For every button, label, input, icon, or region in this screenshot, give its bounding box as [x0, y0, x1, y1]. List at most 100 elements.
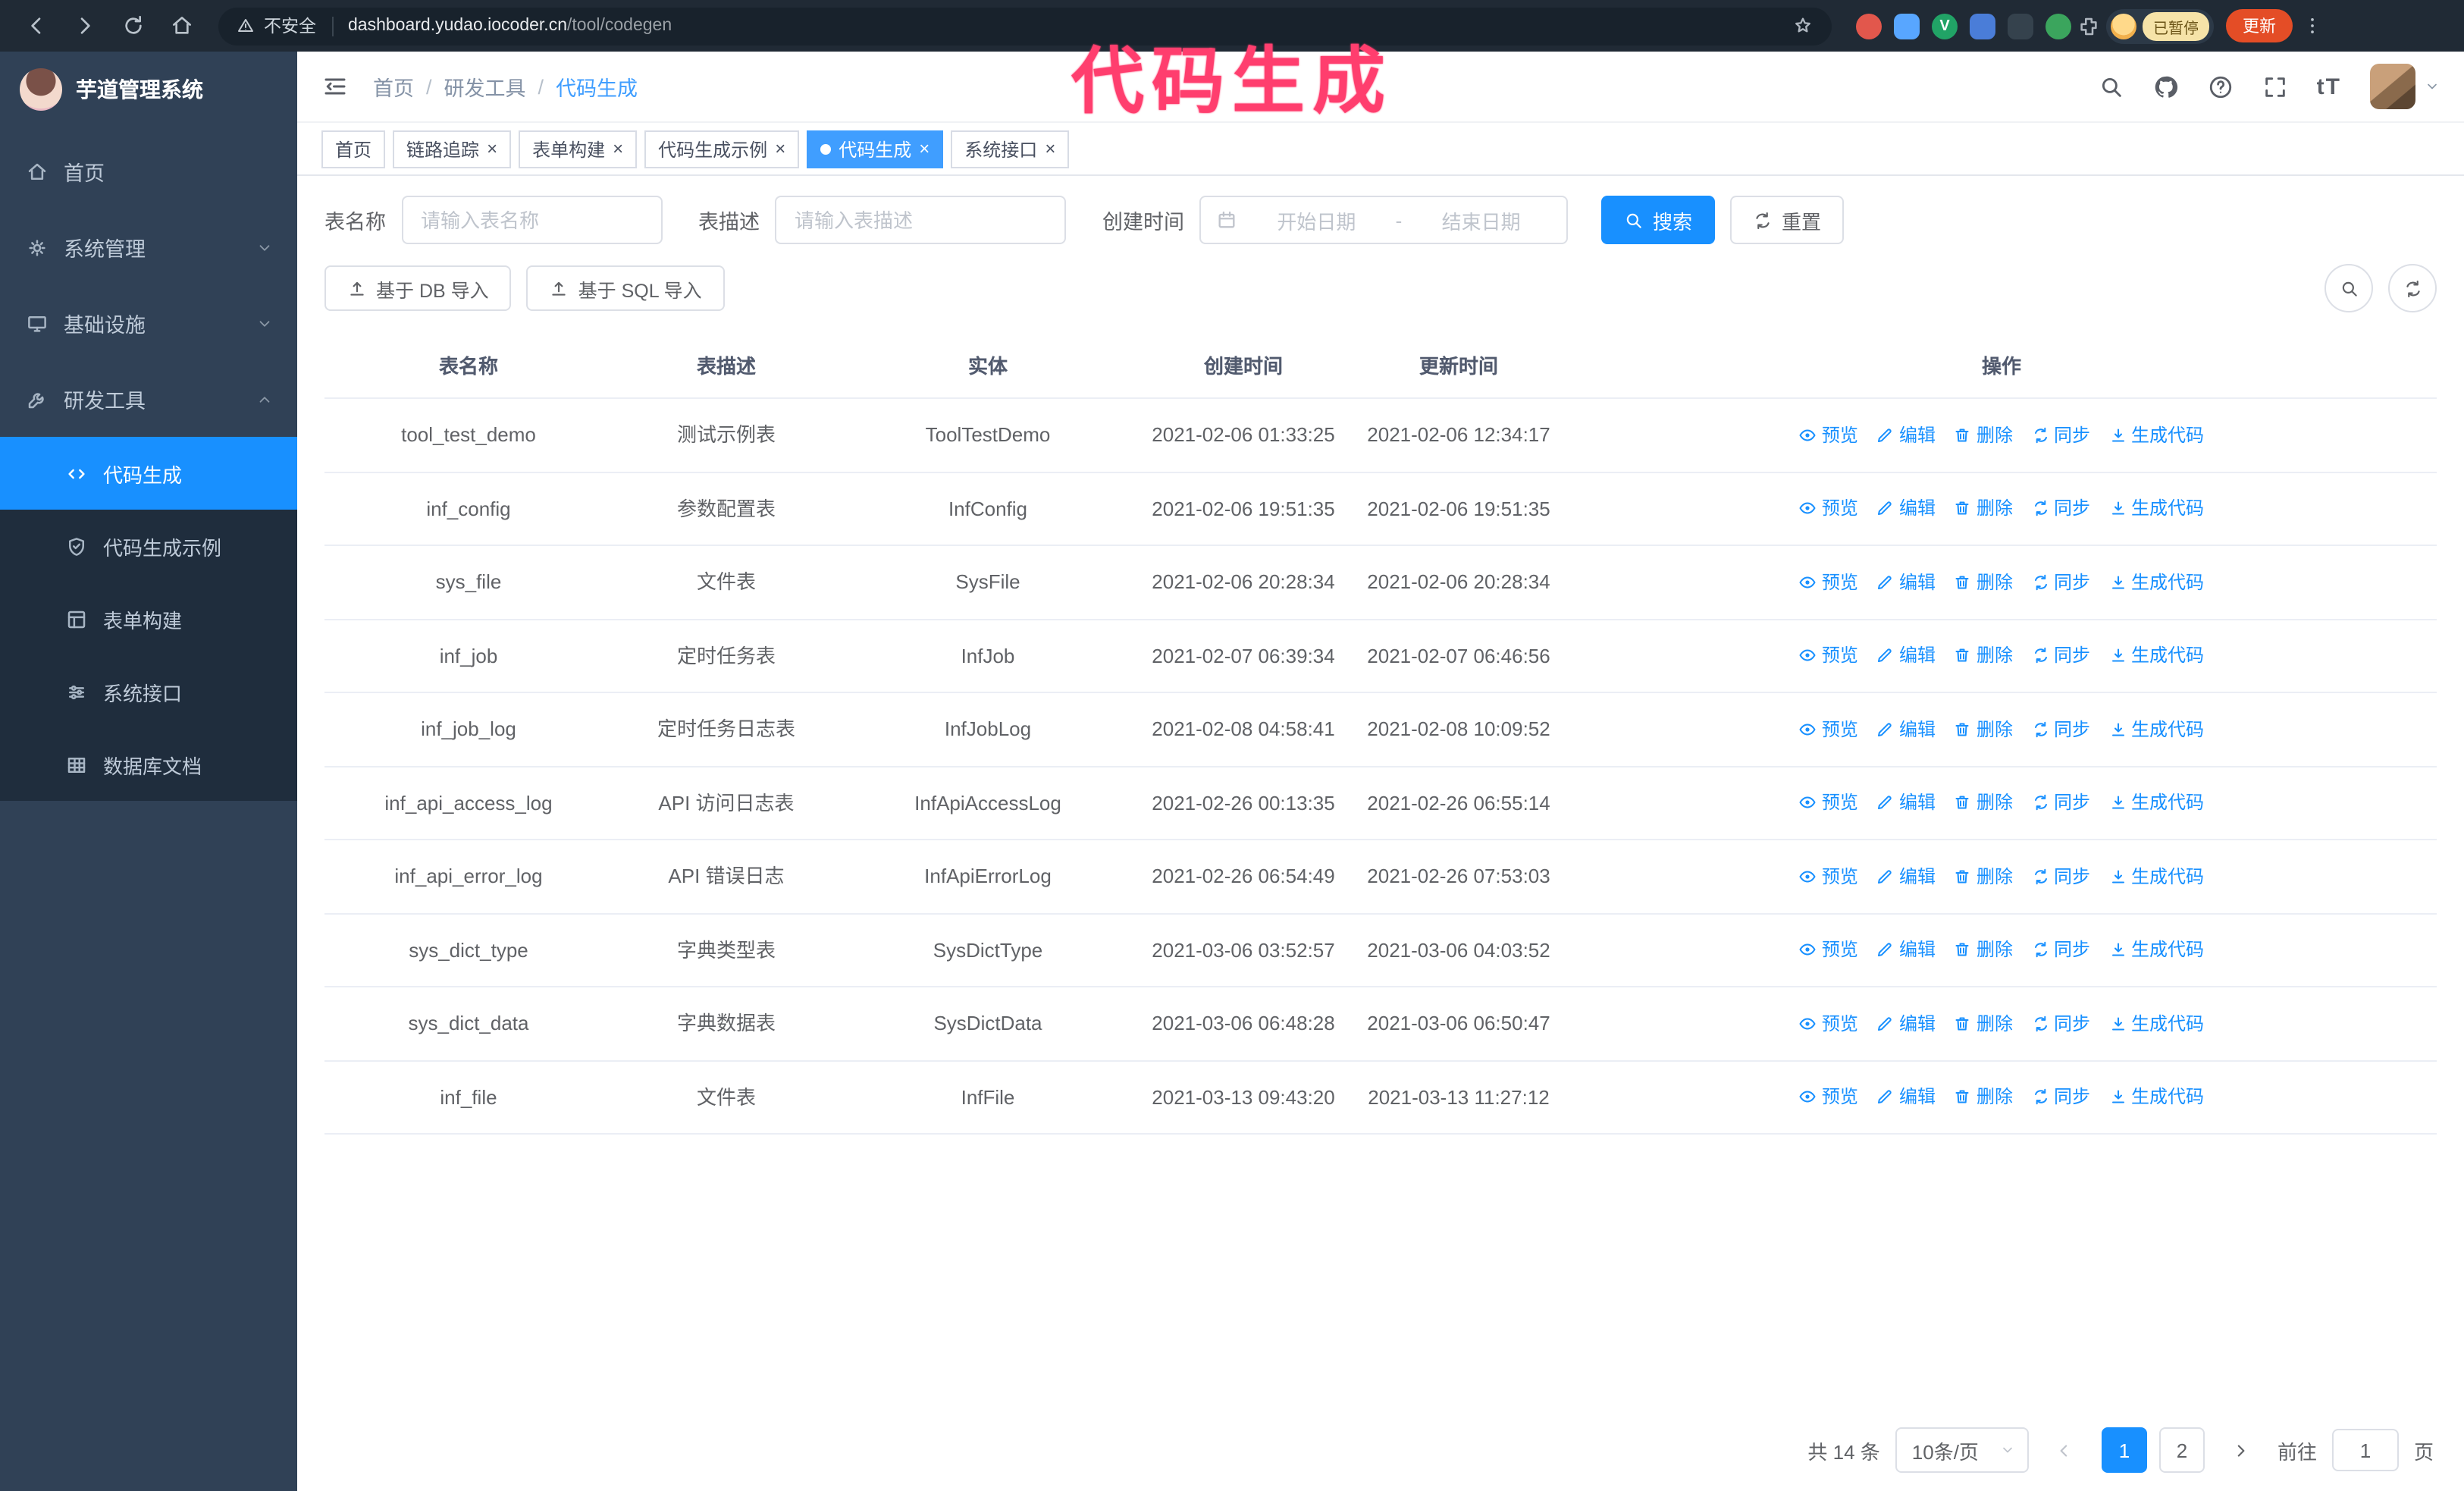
- close-icon[interactable]: ×: [613, 140, 623, 158]
- generate-link[interactable]: 生成代码: [2108, 789, 2204, 817]
- sync-link[interactable]: 同步: [2031, 937, 2090, 964]
- generate-link[interactable]: 生成代码: [2108, 716, 2204, 743]
- extension-icon[interactable]: [1970, 13, 1995, 39]
- close-icon[interactable]: ×: [919, 140, 929, 158]
- generate-link[interactable]: 生成代码: [2108, 1084, 2204, 1111]
- search-button[interactable]: 搜索: [1601, 196, 1716, 244]
- edit-link[interactable]: 编辑: [1876, 569, 1936, 596]
- preview-link[interactable]: 预览: [1799, 642, 1858, 670]
- sync-link[interactable]: 同步: [2031, 716, 2090, 743]
- tag-代码生成[interactable]: 代码生成 ×: [807, 130, 944, 168]
- sync-link[interactable]: 同步: [2031, 1084, 2090, 1111]
- delete-link[interactable]: 删除: [1954, 495, 2013, 523]
- puzzle-extension-icon[interactable]: [2077, 14, 2100, 37]
- sidebar-item-infra[interactable]: 基础设施: [0, 285, 297, 361]
- generate-link[interactable]: 生成代码: [2108, 569, 2204, 596]
- goto-page-input[interactable]: [2331, 1429, 2399, 1471]
- extension-icon[interactable]: [1856, 13, 1882, 39]
- edit-link[interactable]: 编辑: [1876, 642, 1936, 670]
- home-icon[interactable]: [161, 5, 203, 47]
- breadcrumb-item[interactable]: 研发工具: [444, 71, 526, 102]
- generate-link[interactable]: 生成代码: [2108, 495, 2204, 523]
- extension-icon[interactable]: [2008, 13, 2033, 39]
- github-icon[interactable]: [2153, 74, 2179, 99]
- edit-link[interactable]: 编辑: [1876, 863, 1936, 890]
- sidebar-item-home[interactable]: 首页: [0, 133, 297, 209]
- page-number-1[interactable]: 1: [2101, 1427, 2147, 1473]
- sql-import-button[interactable]: 基于 SQL 导入: [526, 265, 725, 311]
- preview-link[interactable]: 预览: [1799, 422, 1858, 449]
- tag-系统接口[interactable]: 系统接口 ×: [951, 130, 1070, 168]
- user-menu[interactable]: [2370, 64, 2440, 109]
- preview-link[interactable]: 预览: [1799, 1084, 1858, 1111]
- sidebar-subitem-form-builder[interactable]: 表单构建: [0, 582, 297, 655]
- edit-link[interactable]: 编辑: [1876, 1010, 1936, 1037]
- sync-link[interactable]: 同步: [2031, 863, 2090, 890]
- sidebar-item-system[interactable]: 系统管理: [0, 209, 297, 285]
- close-icon[interactable]: ×: [487, 140, 497, 158]
- update-button[interactable]: 更新: [2226, 9, 2293, 42]
- forward-icon[interactable]: [64, 5, 106, 47]
- delete-link[interactable]: 删除: [1954, 422, 2013, 449]
- edit-link[interactable]: 编辑: [1876, 716, 1936, 743]
- reload-icon[interactable]: [112, 5, 155, 47]
- back-icon[interactable]: [15, 5, 58, 47]
- edit-link[interactable]: 编辑: [1876, 422, 1936, 449]
- close-icon[interactable]: ×: [1045, 140, 1055, 158]
- generate-link[interactable]: 生成代码: [2108, 1010, 2204, 1037]
- menu-kebab-icon[interactable]: [2302, 15, 2323, 36]
- sidebar-subitem-api[interactable]: 系统接口: [0, 655, 297, 728]
- extension-icon[interactable]: V: [1932, 13, 1958, 39]
- tag-代码生成示例[interactable]: 代码生成示例 ×: [644, 130, 800, 168]
- generate-link[interactable]: 生成代码: [2108, 642, 2204, 670]
- generate-link[interactable]: 生成代码: [2108, 422, 2204, 449]
- tag-表单构建[interactable]: 表单构建 ×: [519, 130, 638, 168]
- extension-icon[interactable]: [2045, 13, 2071, 39]
- sync-link[interactable]: 同步: [2031, 495, 2090, 523]
- delete-link[interactable]: 删除: [1954, 1084, 2013, 1111]
- edit-link[interactable]: 编辑: [1876, 1084, 1936, 1111]
- close-icon[interactable]: ×: [775, 140, 785, 158]
- page-number-2[interactable]: 2: [2158, 1427, 2205, 1473]
- tag-链路追踪[interactable]: 链路追踪 ×: [393, 130, 512, 168]
- sync-link[interactable]: 同步: [2031, 569, 2090, 596]
- delete-link[interactable]: 删除: [1954, 937, 2013, 964]
- generate-link[interactable]: 生成代码: [2108, 863, 2204, 890]
- table-name-input[interactable]: [401, 196, 662, 244]
- edit-link[interactable]: 编辑: [1876, 789, 1936, 817]
- preview-link[interactable]: 预览: [1799, 569, 1858, 596]
- preview-link[interactable]: 预览: [1799, 937, 1858, 964]
- page-size-select[interactable]: 10条/页: [1895, 1427, 2029, 1473]
- sidebar-subitem-codegen[interactable]: 代码生成: [0, 437, 297, 510]
- delete-link[interactable]: 删除: [1954, 642, 2013, 670]
- sidebar-subitem-db-doc[interactable]: 数据库文档: [0, 728, 297, 801]
- db-import-button[interactable]: 基于 DB 导入: [324, 265, 512, 311]
- app-logo[interactable]: 芋道管理系统: [0, 52, 297, 127]
- fontsize-icon[interactable]: tT: [2317, 74, 2341, 99]
- question-icon[interactable]: [2208, 74, 2234, 99]
- url-bar[interactable]: 不安全 dashboard.yudao.iocoder.cn/tool/code…: [218, 7, 1832, 45]
- refresh-table-button[interactable]: [2388, 264, 2437, 312]
- generate-link[interactable]: 生成代码: [2108, 937, 2204, 964]
- fullscreen-icon[interactable]: [2262, 74, 2288, 99]
- search-icon[interactable]: [2099, 74, 2124, 99]
- sidebar-collapse-icon[interactable]: [321, 73, 349, 100]
- sync-link[interactable]: 同步: [2031, 1010, 2090, 1037]
- sync-link[interactable]: 同步: [2031, 642, 2090, 670]
- breadcrumb-item[interactable]: 首页: [373, 71, 414, 102]
- profile-chip[interactable]: 已暂停: [2106, 8, 2214, 43]
- sync-link[interactable]: 同步: [2031, 422, 2090, 449]
- extension-icon[interactable]: [1894, 13, 1920, 39]
- table-desc-input[interactable]: [775, 196, 1066, 244]
- sync-link[interactable]: 同步: [2031, 789, 2090, 817]
- sidebar-subitem-codegen-demo[interactable]: 代码生成示例: [0, 510, 297, 582]
- bookmark-star-icon[interactable]: [1792, 15, 1814, 36]
- reset-button[interactable]: 重置: [1730, 196, 1845, 244]
- date-range-picker[interactable]: 开始日期 - 结束日期: [1199, 196, 1568, 244]
- delete-link[interactable]: 删除: [1954, 789, 2013, 817]
- delete-link[interactable]: 删除: [1954, 569, 2013, 596]
- edit-link[interactable]: 编辑: [1876, 937, 1936, 964]
- next-page-button[interactable]: [2220, 1429, 2262, 1471]
- preview-link[interactable]: 预览: [1799, 716, 1858, 743]
- preview-link[interactable]: 预览: [1799, 1010, 1858, 1037]
